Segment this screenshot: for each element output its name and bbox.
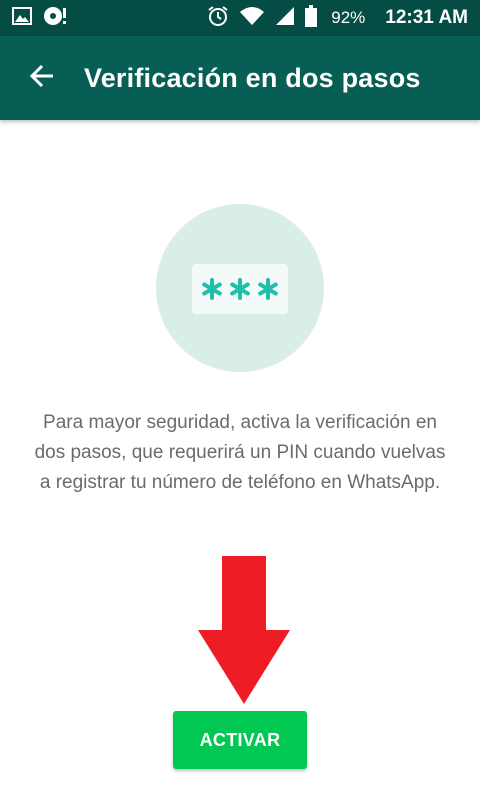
status-left-icons <box>12 6 68 31</box>
image-icon <box>12 6 32 30</box>
media-icon <box>42 6 68 31</box>
activate-button[interactable]: ACTIVAR <box>173 711 307 769</box>
battery-level: 92% <box>331 8 366 27</box>
signal-icon <box>275 6 295 31</box>
battery-icon <box>305 4 318 32</box>
description-text: Para mayor seguridad, activa la verifica… <box>34 412 446 493</box>
alarm-icon <box>207 5 229 32</box>
red-arrow-icon <box>198 556 290 704</box>
pin-illustration <box>156 204 324 372</box>
wifi-icon <box>239 6 265 31</box>
pin-box <box>192 264 288 314</box>
arrow-back-icon <box>29 63 55 94</box>
clock: 12:31 AM <box>385 7 468 28</box>
status-bar: 92% 12:31 AM <box>0 0 480 36</box>
page-title: Verificación en dos pasos <box>84 62 421 93</box>
app-bar: Verificación en dos pasos <box>0 36 480 120</box>
back-button[interactable] <box>0 36 84 120</box>
status-right-icons: 92% 12:31 AM <box>207 4 468 32</box>
pin-asterisks-icon <box>201 277 279 301</box>
